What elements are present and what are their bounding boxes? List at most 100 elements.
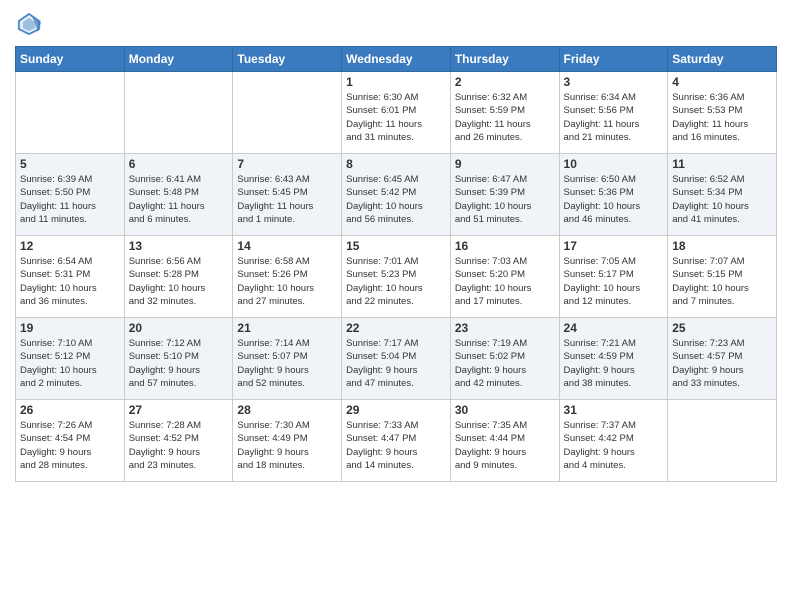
calendar-cell: 23 Sunrise: 7:19 AM Sunset: 5:02 PM Dayli… <box>450 318 559 400</box>
calendar-cell <box>16 72 125 154</box>
calendar-cell <box>124 72 233 154</box>
day-number: 12 <box>20 239 120 253</box>
calendar-cell: 20 Sunrise: 7:12 AM Sunset: 5:10 PM Dayli… <box>124 318 233 400</box>
logo <box>15 10 47 38</box>
weekday-header-wednesday: Wednesday <box>342 47 451 72</box>
day-number: 4 <box>672 75 772 89</box>
calendar-cell: 15Sunrise: 7:01 AM Sunset: 5:23 PM Dayli… <box>342 236 451 318</box>
day-info: Sunrise: 6:30 AM Sunset: 6:01 PM Dayligh… <box>346 91 446 144</box>
day-number: 7 <box>237 157 337 171</box>
calendar-cell: 3 Sunrise: 6:34 AM Sunset: 5:56 PM Daylig… <box>559 72 668 154</box>
day-info: Sunrise: 7:17 AM Sunset: 5:04 PM Dayligh… <box>346 337 446 390</box>
day-number: 23 <box>455 321 555 335</box>
calendar-cell: 5 Sunrise: 6:39 AM Sunset: 5:50 PM Daylig… <box>16 154 125 236</box>
day-number: 25 <box>672 321 772 335</box>
day-info: Sunrise: 6:36 AM Sunset: 5:53 PM Dayligh… <box>672 91 772 144</box>
day-info: Sunrise: 7:26 AM Sunset: 4:54 PM Dayligh… <box>20 419 120 472</box>
day-info: Sunrise: 7:35 AM Sunset: 4:44 PM Dayligh… <box>455 419 555 472</box>
day-number: 11 <box>672 157 772 171</box>
day-info: Sunrise: 7:10 AM Sunset: 5:12 PM Dayligh… <box>20 337 120 390</box>
weekday-header-friday: Friday <box>559 47 668 72</box>
day-number: 19 <box>20 321 120 335</box>
day-number: 30 <box>455 403 555 417</box>
day-number: 5 <box>20 157 120 171</box>
weekday-header-sunday: Sunday <box>16 47 125 72</box>
day-info: Sunrise: 7:07 AM Sunset: 5:15 PM Dayligh… <box>672 255 772 308</box>
calendar-cell: 28 Sunrise: 7:30 AM Sunset: 4:49 PM Dayli… <box>233 400 342 482</box>
day-number: 16 <box>455 239 555 253</box>
day-number: 17 <box>564 239 664 253</box>
day-info: Sunrise: 7:33 AM Sunset: 4:47 PM Dayligh… <box>346 419 446 472</box>
day-number: 22 <box>346 321 446 335</box>
day-info: Sunrise: 7:28 AM Sunset: 4:52 PM Dayligh… <box>129 419 229 472</box>
day-number: 14 <box>237 239 337 253</box>
day-info: Sunrise: 7:37 AM Sunset: 4:42 PM Dayligh… <box>564 419 664 472</box>
day-info: Sunrise: 7:14 AM Sunset: 5:07 PM Dayligh… <box>237 337 337 390</box>
day-info: Sunrise: 6:43 AM Sunset: 5:45 PM Dayligh… <box>237 173 337 226</box>
calendar-cell: 7 Sunrise: 6:43 AM Sunset: 5:45 PM Daylig… <box>233 154 342 236</box>
calendar-cell: 18Sunrise: 7:07 AM Sunset: 5:15 PM Dayli… <box>668 236 777 318</box>
day-info: Sunrise: 7:12 AM Sunset: 5:10 PM Dayligh… <box>129 337 229 390</box>
day-number: 13 <box>129 239 229 253</box>
calendar-cell: 12 Sunrise: 6:54 AM Sunset: 5:31 PM Dayli… <box>16 236 125 318</box>
day-info: Sunrise: 6:54 AM Sunset: 5:31 PM Dayligh… <box>20 255 120 308</box>
day-number: 10 <box>564 157 664 171</box>
calendar-cell: 29 Sunrise: 7:33 AM Sunset: 4:47 PM Dayli… <box>342 400 451 482</box>
calendar-cell: 10Sunrise: 6:50 AM Sunset: 5:36 PM Dayli… <box>559 154 668 236</box>
calendar-cell: 30 Sunrise: 7:35 AM Sunset: 4:44 PM Dayli… <box>450 400 559 482</box>
calendar-cell: 8Sunrise: 6:45 AM Sunset: 5:42 PM Daylig… <box>342 154 451 236</box>
calendar-cell: 21 Sunrise: 7:14 AM Sunset: 5:07 PM Dayli… <box>233 318 342 400</box>
calendar-cell <box>668 400 777 482</box>
week-row-2: 5 Sunrise: 6:39 AM Sunset: 5:50 PM Daylig… <box>16 154 777 236</box>
page: SundayMondayTuesdayWednesdayThursdayFrid… <box>0 0 792 612</box>
day-info: Sunrise: 6:41 AM Sunset: 5:48 PM Dayligh… <box>129 173 229 226</box>
logo-icon <box>15 10 43 38</box>
calendar-cell: 25 Sunrise: 7:23 AM Sunset: 4:57 PM Dayli… <box>668 318 777 400</box>
calendar-cell: 19 Sunrise: 7:10 AM Sunset: 5:12 PM Dayli… <box>16 318 125 400</box>
calendar-cell <box>233 72 342 154</box>
day-info: Sunrise: 7:21 AM Sunset: 4:59 PM Dayligh… <box>564 337 664 390</box>
day-number: 31 <box>564 403 664 417</box>
day-info: Sunrise: 7:30 AM Sunset: 4:49 PM Dayligh… <box>237 419 337 472</box>
day-info: Sunrise: 6:52 AM Sunset: 5:34 PM Dayligh… <box>672 173 772 226</box>
day-number: 21 <box>237 321 337 335</box>
week-row-5: 26 Sunrise: 7:26 AM Sunset: 4:54 PM Dayli… <box>16 400 777 482</box>
day-number: 6 <box>129 157 229 171</box>
day-number: 8 <box>346 157 446 171</box>
calendar-cell: 2Sunrise: 6:32 AM Sunset: 5:59 PM Daylig… <box>450 72 559 154</box>
day-number: 20 <box>129 321 229 335</box>
header <box>15 10 777 38</box>
calendar-cell: 31 Sunrise: 7:37 AM Sunset: 4:42 PM Dayli… <box>559 400 668 482</box>
week-row-4: 19 Sunrise: 7:10 AM Sunset: 5:12 PM Dayli… <box>16 318 777 400</box>
week-row-3: 12 Sunrise: 6:54 AM Sunset: 5:31 PM Dayli… <box>16 236 777 318</box>
day-number: 3 <box>564 75 664 89</box>
day-info: Sunrise: 7:23 AM Sunset: 4:57 PM Dayligh… <box>672 337 772 390</box>
day-info: Sunrise: 7:01 AM Sunset: 5:23 PM Dayligh… <box>346 255 446 308</box>
day-info: Sunrise: 6:56 AM Sunset: 5:28 PM Dayligh… <box>129 255 229 308</box>
calendar-cell: 22 Sunrise: 7:17 AM Sunset: 5:04 PM Dayli… <box>342 318 451 400</box>
calendar-cell: 9Sunrise: 6:47 AM Sunset: 5:39 PM Daylig… <box>450 154 559 236</box>
weekday-header-thursday: Thursday <box>450 47 559 72</box>
calendar-cell: 11 Sunrise: 6:52 AM Sunset: 5:34 PM Dayli… <box>668 154 777 236</box>
week-row-1: 1Sunrise: 6:30 AM Sunset: 6:01 PM Daylig… <box>16 72 777 154</box>
day-number: 26 <box>20 403 120 417</box>
day-info: Sunrise: 6:39 AM Sunset: 5:50 PM Dayligh… <box>20 173 120 226</box>
day-number: 27 <box>129 403 229 417</box>
day-info: Sunrise: 6:34 AM Sunset: 5:56 PM Dayligh… <box>564 91 664 144</box>
day-info: Sunrise: 6:58 AM Sunset: 5:26 PM Dayligh… <box>237 255 337 308</box>
day-info: Sunrise: 6:47 AM Sunset: 5:39 PM Dayligh… <box>455 173 555 226</box>
day-number: 24 <box>564 321 664 335</box>
day-number: 29 <box>346 403 446 417</box>
calendar-cell: 14 Sunrise: 6:58 AM Sunset: 5:26 PM Dayli… <box>233 236 342 318</box>
day-info: Sunrise: 6:32 AM Sunset: 5:59 PM Dayligh… <box>455 91 555 144</box>
calendar-cell: 24 Sunrise: 7:21 AM Sunset: 4:59 PM Dayli… <box>559 318 668 400</box>
calendar-cell: 13 Sunrise: 6:56 AM Sunset: 5:28 PM Dayli… <box>124 236 233 318</box>
day-number: 28 <box>237 403 337 417</box>
day-info: Sunrise: 7:03 AM Sunset: 5:20 PM Dayligh… <box>455 255 555 308</box>
day-info: Sunrise: 7:19 AM Sunset: 5:02 PM Dayligh… <box>455 337 555 390</box>
calendar-cell: 6 Sunrise: 6:41 AM Sunset: 5:48 PM Daylig… <box>124 154 233 236</box>
calendar-cell: 17Sunrise: 7:05 AM Sunset: 5:17 PM Dayli… <box>559 236 668 318</box>
calendar-cell: 26 Sunrise: 7:26 AM Sunset: 4:54 PM Dayli… <box>16 400 125 482</box>
weekday-header-row: SundayMondayTuesdayWednesdayThursdayFrid… <box>16 47 777 72</box>
calendar-table: SundayMondayTuesdayWednesdayThursdayFrid… <box>15 46 777 482</box>
